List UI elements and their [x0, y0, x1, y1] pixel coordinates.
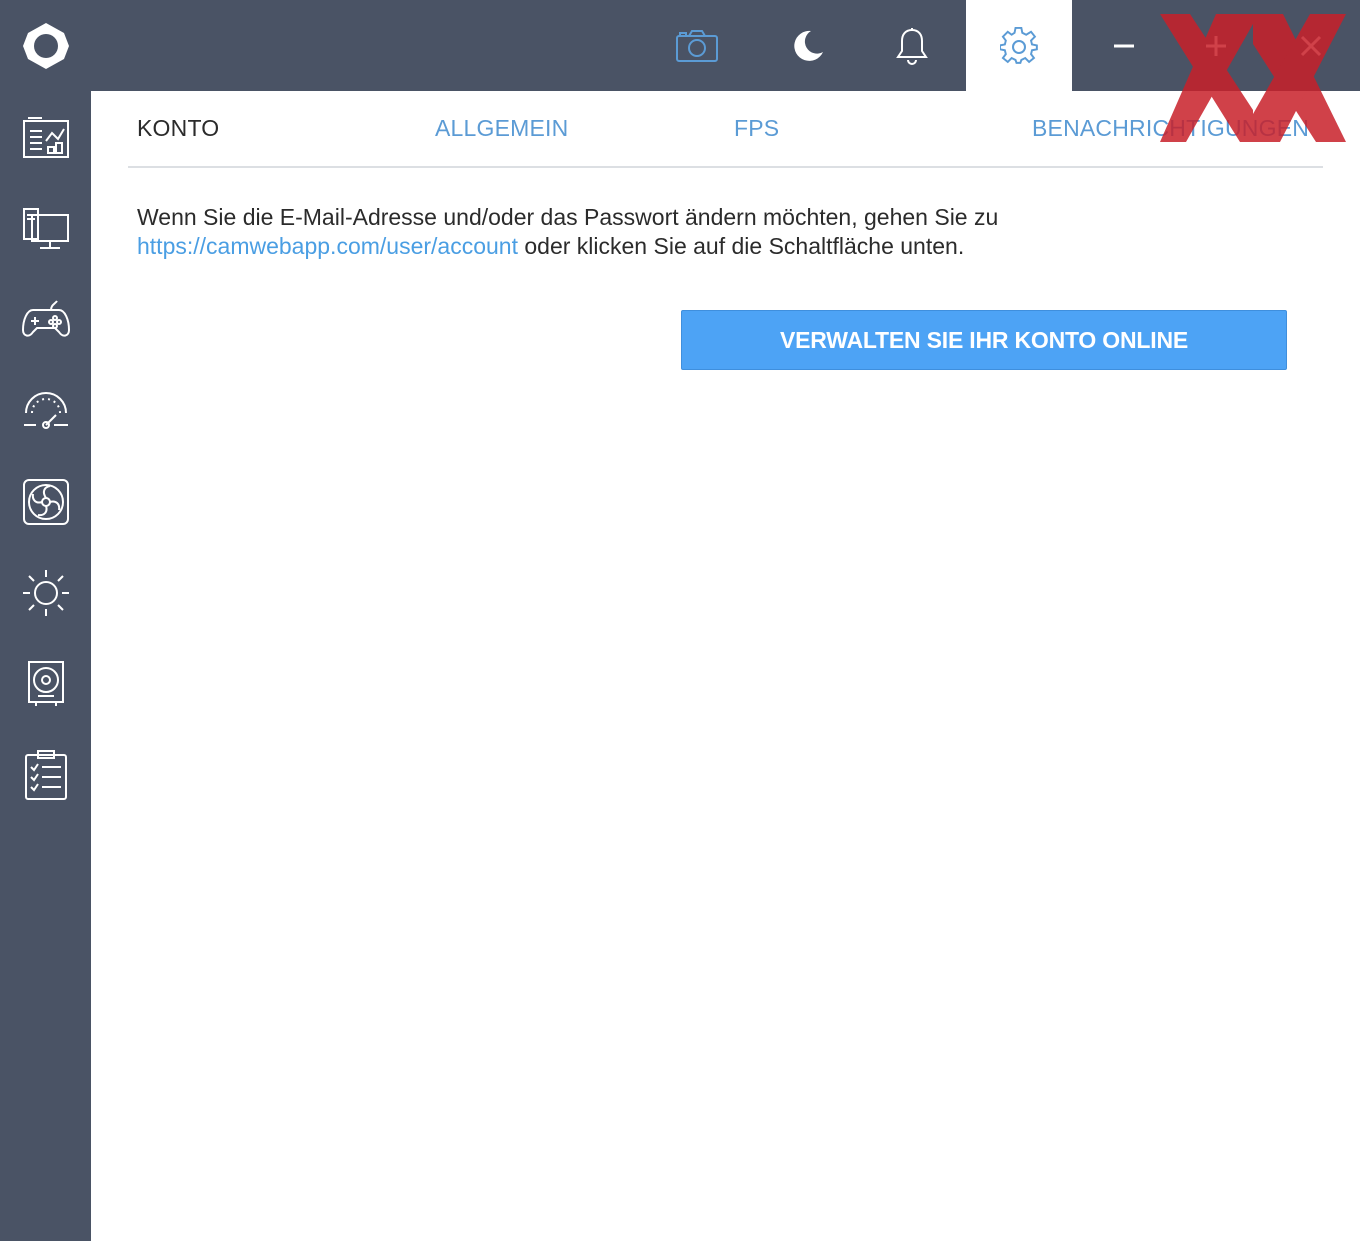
description-text-after: oder klicken Sie auf die Schaltfläche un…	[517, 233, 965, 259]
monitor-icon	[22, 207, 69, 249]
gamepad-icon	[21, 299, 70, 337]
description-text: Wenn Sie die E-Mail-Adresse und/oder das…	[137, 204, 999, 230]
settings-tabs: KONTO ALLGEMEIN FPS BENACHRICHTIGUNGEN	[128, 91, 1323, 168]
gear-icon[interactable]	[966, 0, 1072, 91]
sidebar	[0, 91, 91, 1241]
tab-allgemein[interactable]: ALLGEMEIN	[435, 115, 568, 142]
sidebar-item-system[interactable]	[0, 183, 91, 274]
settings-panel: KONTO ALLGEMEIN FPS BENACHRICHTIGUNGEN W…	[91, 91, 1360, 1241]
camera-icon[interactable]	[644, 0, 750, 91]
sidebar-item-audio[interactable]	[0, 638, 91, 729]
app-logo-icon[interactable]	[0, 0, 91, 91]
account-link[interactable]: https://camwebapp.com/user/account	[137, 233, 518, 259]
moon-icon[interactable]	[754, 0, 860, 91]
tab-benachrichtigungen[interactable]: BENACHRICHTIGUNGEN	[1032, 115, 1309, 142]
checklist-icon	[24, 749, 67, 800]
speedometer-icon	[23, 391, 68, 429]
sidebar-item-gaming[interactable]	[0, 274, 91, 365]
sidebar-item-lighting[interactable]	[0, 547, 91, 638]
tab-fps[interactable]: FPS	[734, 115, 779, 142]
sidebar-item-tasks[interactable]	[0, 729, 91, 820]
close-icon[interactable]	[1262, 0, 1360, 91]
minimize-icon[interactable]	[1071, 0, 1177, 91]
speaker-icon	[27, 660, 64, 706]
fan-icon	[22, 478, 69, 525]
account-description: Wenn Sie die E-Mail-Adresse und/oder das…	[137, 203, 1237, 261]
sidebar-item-cooling[interactable]	[0, 456, 91, 547]
sidebar-item-dashboard[interactable]	[0, 92, 91, 183]
title-bar	[0, 0, 1360, 91]
sidebar-item-performance[interactable]	[0, 365, 91, 456]
app-window: KONTO ALLGEMEIN FPS BENACHRICHTIGUNGEN W…	[0, 0, 1360, 1241]
manage-account-button[interactable]: VERWALTEN SIE IHR KONTO ONLINE	[681, 310, 1287, 370]
maximize-icon[interactable]	[1163, 0, 1269, 91]
dashboard-icon	[22, 116, 69, 158]
brightness-icon	[22, 569, 69, 616]
bell-icon[interactable]	[859, 0, 965, 91]
tab-konto[interactable]: KONTO	[137, 115, 219, 142]
